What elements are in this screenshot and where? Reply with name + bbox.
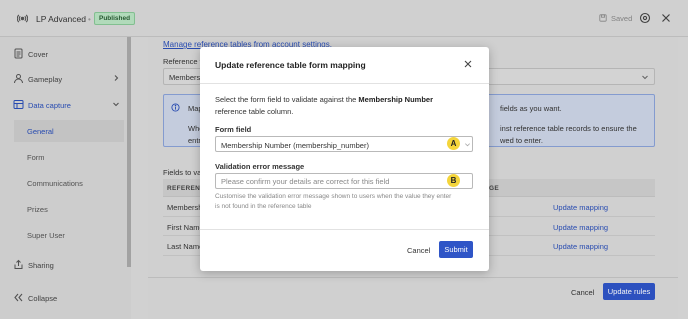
annotation-marker-b: B (447, 174, 460, 187)
modal-description-column: Membership Number (358, 95, 434, 104)
validation-help-text-line2: is not found in the reference table (215, 203, 312, 210)
modal-title: Update reference table form mapping (215, 60, 366, 70)
modal-description-prefix: Select the form field to validate agains… (215, 95, 359, 104)
modal-description-line2: reference table column. (215, 107, 294, 116)
validation-help-text: Customise the validation error message s… (215, 193, 452, 200)
modal-cancel-button[interactable]: Cancel (407, 246, 430, 255)
form-field-value: Membership Number (membership_number) (221, 141, 369, 150)
validation-error-input[interactable] (215, 173, 473, 189)
annotation-marker-a: A (447, 137, 460, 150)
modal-header-divider (200, 83, 489, 84)
modal-footer-divider (200, 229, 489, 230)
validation-error-label: Validation error message (215, 162, 305, 171)
chevron-down-icon (465, 143, 470, 147)
form-field-select[interactable]: Membership Number (membership_number) (215, 136, 473, 152)
modal-description: Select the form field to validate agains… (215, 95, 433, 104)
close-icon[interactable] (464, 60, 472, 68)
modal-submit-button[interactable]: Submit (439, 241, 473, 258)
update-mapping-modal: Update reference table form mapping Sele… (200, 47, 489, 271)
form-field-label: Form field (215, 125, 252, 134)
